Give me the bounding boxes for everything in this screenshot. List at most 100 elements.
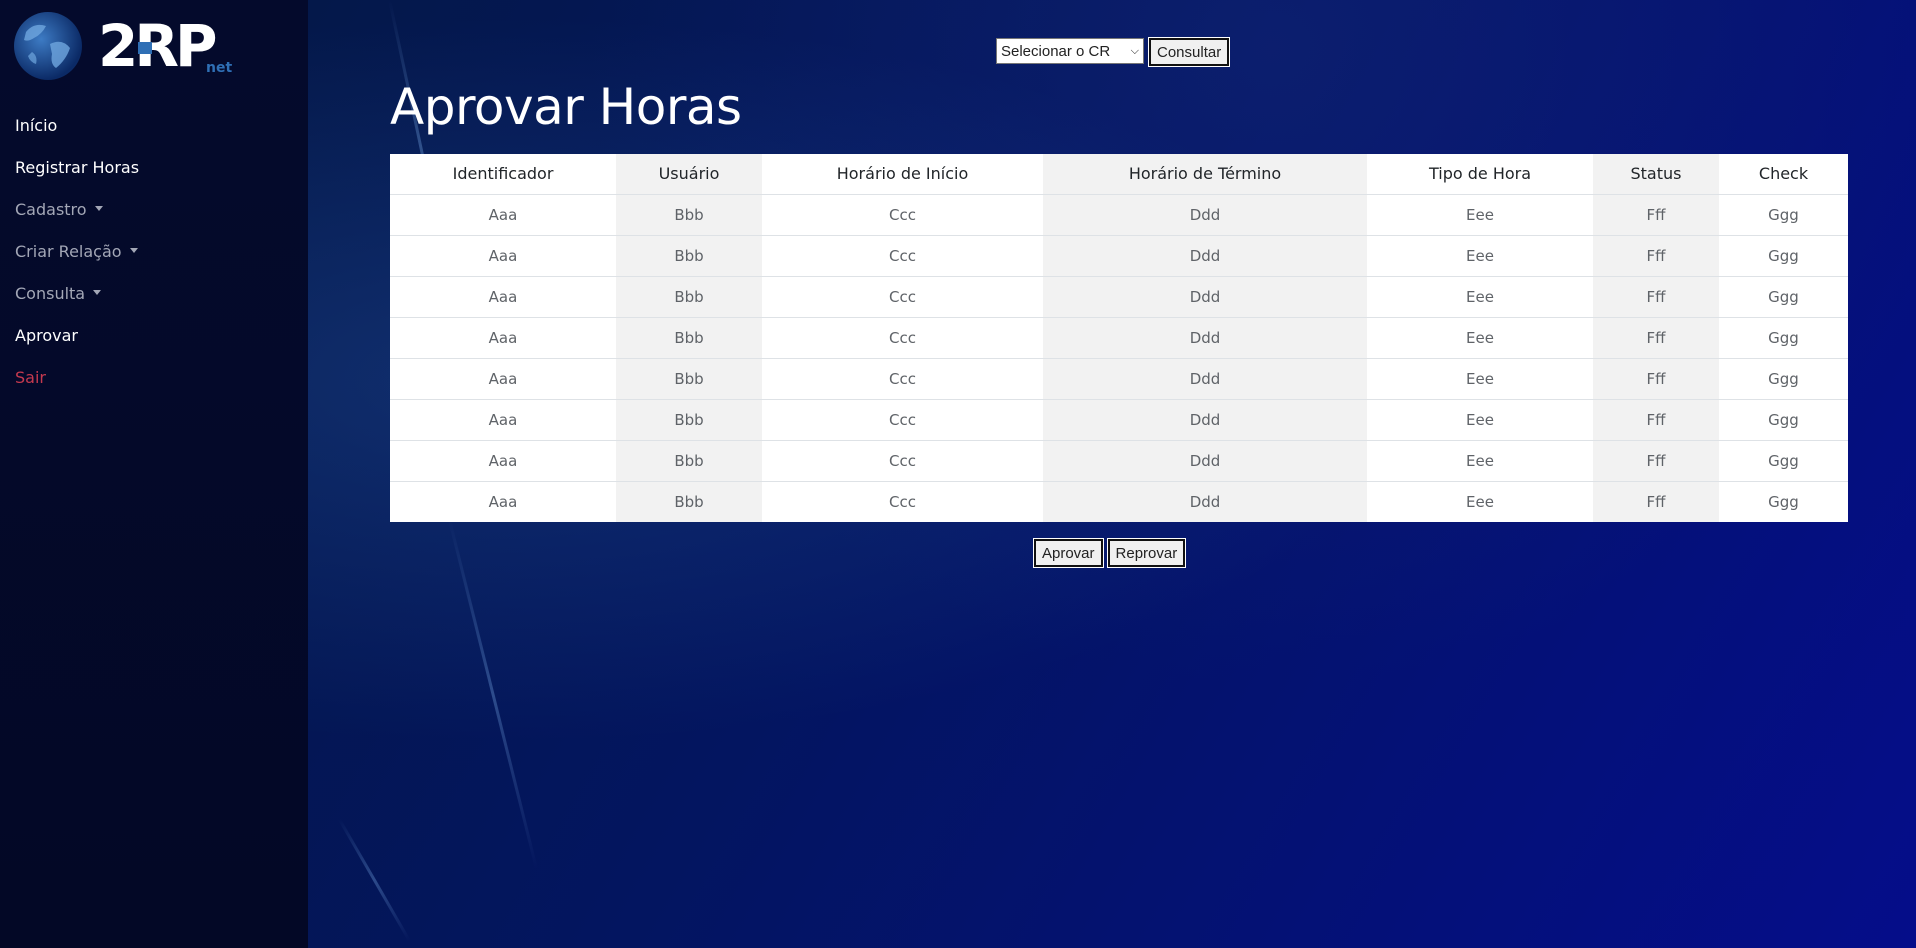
brand-logo[interactable]: 2RP net <box>12 8 234 88</box>
table-cell: Eee <box>1367 399 1593 441</box>
table-cell: Ddd <box>1043 235 1367 277</box>
aprovar-button[interactable]: Aprovar <box>1033 538 1104 568</box>
table-cell: Ddd <box>1043 317 1367 359</box>
table-row[interactable]: Aaa Bbb Ccc Ddd Eee Fff Ggg <box>390 358 1848 400</box>
table-cell: Ddd <box>1043 440 1367 482</box>
sidebar-item-label[interactable]: Aprovar <box>15 326 78 345</box>
table-cell: Eee <box>1367 194 1593 236</box>
table-cell: Fff <box>1593 481 1719 522</box>
table-cell: Eee <box>1367 317 1593 359</box>
table-cell: Fff <box>1593 399 1719 441</box>
table-cell: Ccc <box>889 492 916 511</box>
table-cell: Aaa <box>390 440 616 482</box>
hours-table: Identificador Usuário Horário de Início … <box>390 154 1848 522</box>
sidebar-item-inicio[interactable]: Início <box>15 104 139 146</box>
column-header-horario-termino: Horário de Término <box>1043 154 1367 195</box>
table-cell: Ddd <box>1043 194 1367 236</box>
column-header-check: Check <box>1719 154 1848 195</box>
table-cell: Ggg <box>1719 235 1848 277</box>
cr-filter-bar: Selecionar o CR ⌵ Consultar <box>996 37 1231 67</box>
table-cell: Ccc <box>762 235 1043 277</box>
column-header-identificador: Identificador <box>390 154 616 195</box>
table-cell: Bbb <box>616 481 762 522</box>
reprovar-button[interactable]: Reprovar <box>1106 538 1187 568</box>
sidebar-item-registrar-horas[interactable]: Registrar Horas <box>15 146 139 188</box>
table-cell: Bbb <box>616 276 762 318</box>
table-cell: Ddd <box>1043 481 1367 522</box>
table-cell: Ddd <box>1043 358 1367 400</box>
column-header-tipo-hora: Tipo de Hora <box>1367 154 1593 195</box>
caret-down-icon[interactable] <box>93 289 102 295</box>
column-header-usuario: Usuário <box>616 154 762 195</box>
column-header-horario-inicio: Horário de Início <box>762 154 1043 195</box>
sidebar-item-consulta[interactable]: Consulta <box>15 272 139 314</box>
sidebar: 2RP net Início Registrar Horas Cadastro … <box>0 0 308 948</box>
table-cell: Aaa <box>390 317 616 359</box>
table-cell: Ccc <box>762 399 1043 441</box>
table-cell: Ccc <box>762 194 1043 236</box>
table-cell: Eee <box>1367 276 1593 318</box>
table-cell: Ccc <box>762 317 1043 359</box>
table-cell: Fff <box>1593 440 1719 482</box>
table-cell: Ggg <box>1719 317 1848 359</box>
sidebar-item-criar-relacao[interactable]: Criar Relação <box>15 230 139 272</box>
sidebar-item-aprovar[interactable]: Aprovar <box>15 314 139 356</box>
caret-down-icon[interactable] <box>129 247 138 253</box>
table-cell: Ccc <box>762 358 1043 400</box>
table-cell: Ddd <box>1043 399 1367 441</box>
sidebar-item-label[interactable]: Cadastro <box>15 200 87 219</box>
table-cell: Ggg <box>1768 492 1799 511</box>
table-row[interactable]: Aaa Bbb Ccc Ddd Eee Fff Ggg <box>390 276 1848 318</box>
column-header-status: Status <box>1593 154 1719 195</box>
background-streak <box>338 818 411 942</box>
table-row[interactable]: Aaa Bbb Ccc Ddd Eee Fff Ggg <box>390 194 1848 236</box>
svg-text:net: net <box>206 60 232 76</box>
table-row[interactable]: Aaa Bbb Ccc Ddd Eee Fff Ggg <box>390 399 1848 441</box>
table-body: Aaa Bbb Ccc Ddd Eee Fff Ggg Aaa Bbb Ccc Ddd Eee Fff G… <box>390 194 1848 522</box>
chevron-down-icon[interactable]: ⌵ <box>1131 45 1139 58</box>
table-cell: Fff <box>1593 276 1719 318</box>
table-cell: Bbb <box>616 399 762 441</box>
table-cell: Aaa <box>390 235 616 277</box>
table-cell: Eee <box>1367 235 1593 277</box>
caret-down-icon[interactable] <box>94 205 103 211</box>
page-title: Aprovar Horas <box>390 78 742 136</box>
table-row[interactable]: Aaa Bbb Ccc Ddd Eee Fff Ggg <box>390 440 1848 482</box>
table-cell: Aaa <box>390 399 616 441</box>
table-cell: Bbb <box>616 317 762 359</box>
sidebar-item-sair[interactable]: Sair <box>15 356 139 398</box>
table-cell: Fff <box>1593 235 1719 277</box>
table-header-row: Identificador Usuário Horário de Início … <box>390 154 1848 195</box>
consultar-button[interactable]: Consultar <box>1147 37 1231 67</box>
table-cell: Ggg <box>1719 358 1848 400</box>
table-cell: Ggg <box>1719 440 1848 482</box>
table-cell: Bbb <box>616 358 762 400</box>
sidebar-item-label[interactable]: Consulta <box>15 284 85 303</box>
sidebar-item-label[interactable]: Criar Relação <box>15 242 122 261</box>
sidebar-item-label[interactable]: Início <box>15 116 57 135</box>
sidebar-item-label[interactable]: Sair <box>15 368 46 387</box>
svg-text:2RP: 2RP <box>98 12 216 80</box>
table-cell: Ggg <box>1719 276 1848 318</box>
sidebar-item-label[interactable]: Registrar Horas <box>15 158 139 177</box>
table-cell: Ddd <box>1043 276 1367 318</box>
table-cell: Bbb <box>616 440 762 482</box>
sidebar-item-cadastro[interactable]: Cadastro <box>15 188 139 230</box>
table-cell: Eee <box>1466 492 1494 511</box>
table-cell: Aaa <box>390 194 616 236</box>
table-row[interactable]: Aaa Bbb Ccc Ddd Eee Fff Ggg <box>390 235 1848 277</box>
table-cell: Aaa <box>488 492 518 511</box>
cr-select[interactable]: Selecionar o CR ⌵ <box>996 38 1144 64</box>
cr-select-value[interactable]: Selecionar o CR <box>1001 43 1110 60</box>
table-cell: Ggg <box>1719 194 1848 236</box>
approval-actions: Aprovar Reprovar <box>1033 538 1187 568</box>
sidebar-nav: Início Registrar Horas Cadastro Criar Re… <box>15 104 139 398</box>
table-row[interactable]: Aaa Bbb Ccc Ddd Eee Fff Ggg <box>390 481 1848 522</box>
background-streak <box>448 519 539 870</box>
table-cell: Aaa <box>390 276 616 318</box>
table-cell: Fff <box>1593 358 1719 400</box>
table-cell: Aaa <box>390 358 616 400</box>
table-row[interactable]: Aaa Bbb Ccc Ddd Eee Fff Ggg <box>390 317 1848 359</box>
table-cell: Bbb <box>616 235 762 277</box>
table-cell: Fff <box>1593 317 1719 359</box>
